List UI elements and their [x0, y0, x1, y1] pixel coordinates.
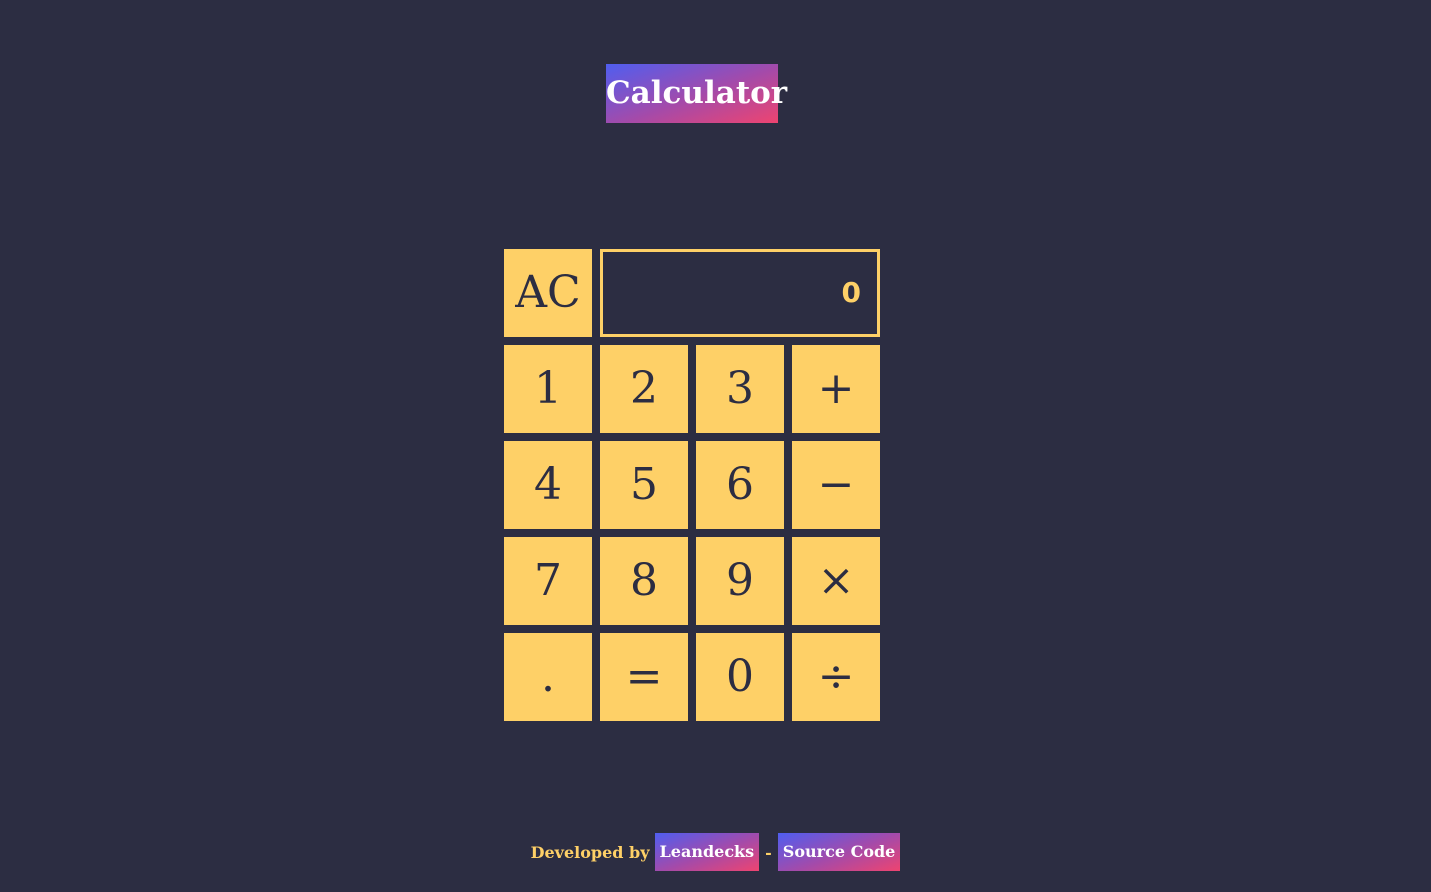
subtract-button[interactable]: − — [792, 441, 880, 529]
digit-5-button[interactable]: 5 — [600, 441, 688, 529]
digit-4-button[interactable]: 4 — [504, 441, 592, 529]
digit-8-button[interactable]: 8 — [600, 537, 688, 625]
author-link[interactable]: Leandecks — [654, 833, 760, 871]
page-title: Calculator — [606, 64, 787, 123]
developed-by-label: Developed by — [530, 842, 650, 862]
add-button[interactable]: + — [792, 345, 880, 433]
digit-9-button[interactable]: 9 — [696, 537, 784, 625]
digit-1-button[interactable]: 1 — [504, 345, 592, 433]
clear-button[interactable]: AC — [504, 249, 592, 337]
decimal-button[interactable]: . — [504, 633, 592, 721]
digit-3-button[interactable]: 3 — [696, 345, 784, 433]
divide-button[interactable]: ÷ — [792, 633, 880, 721]
digit-2-button[interactable]: 2 — [600, 345, 688, 433]
calculator-display: 0 — [600, 249, 880, 337]
digit-7-button[interactable]: 7 — [504, 537, 592, 625]
digit-6-button[interactable]: 6 — [696, 441, 784, 529]
calculator: AC 0 1 2 3 + 4 5 6 − 7 8 9 × . = 0 ÷ — [504, 249, 880, 721]
digit-0-button[interactable]: 0 — [696, 633, 784, 721]
source-code-link[interactable]: Source Code — [777, 833, 901, 871]
footer-separator: - — [765, 842, 772, 862]
equals-button[interactable]: = — [600, 633, 688, 721]
footer: Developed by Leandecks - Source Code — [0, 833, 1431, 871]
multiply-button[interactable]: × — [792, 537, 880, 625]
